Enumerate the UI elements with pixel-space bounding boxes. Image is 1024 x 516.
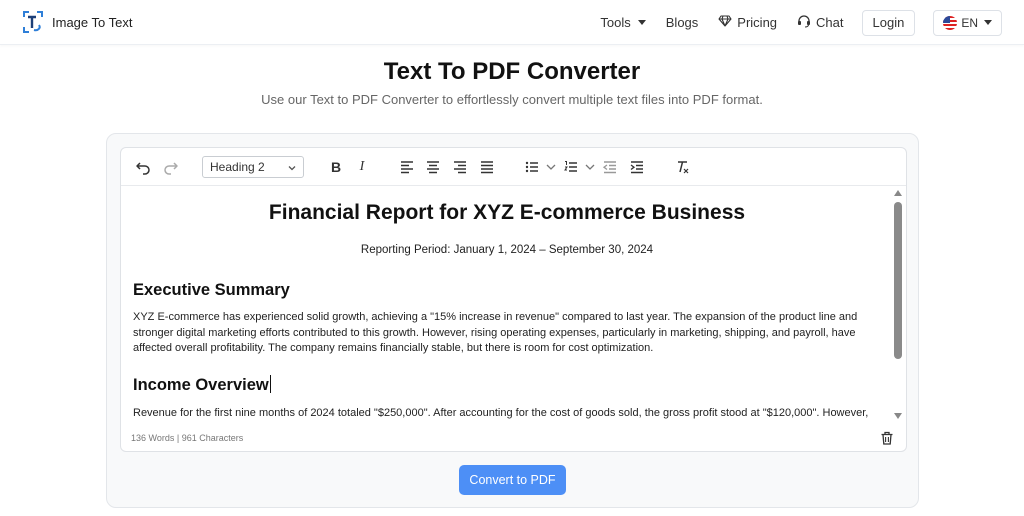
align-right-icon[interactable]: [452, 159, 468, 175]
diamond-icon: [718, 14, 732, 31]
editor-scrollbar[interactable]: [892, 186, 904, 423]
scroll-down-icon[interactable]: [894, 413, 902, 419]
section-heading-active: Income Overview: [133, 375, 271, 395]
logo[interactable]: Image To Text: [22, 10, 132, 34]
align-left-icon[interactable]: [399, 159, 415, 175]
convert-to-pdf-button[interactable]: Convert to PDF: [459, 465, 566, 495]
trash-icon[interactable]: [880, 431, 894, 445]
language-selector[interactable]: EN: [933, 9, 1002, 36]
page-subtitle: Use our Text to PDF Converter to effortl…: [261, 92, 763, 107]
scroll-up-icon[interactable]: [894, 190, 902, 196]
nav-tools[interactable]: Tools: [600, 15, 646, 30]
section-paragraph: XYZ E-commerce has experienced solid gro…: [133, 311, 858, 354]
editor-content[interactable]: Financial Report for XYZ E-commerce Busi…: [133, 186, 885, 423]
nav-tools-label: Tools: [600, 15, 631, 30]
align-justify-icon[interactable]: [479, 159, 495, 175]
clear-formatting-icon[interactable]: [675, 159, 691, 175]
reporting-period: Reporting Period: January 1, 2024 – Sept…: [360, 244, 654, 256]
text-editor: Heading 2 B I Financial Report for XYZ E…: [120, 147, 907, 452]
converter-card: Heading 2 B I Financial Report for XYZ E…: [106, 133, 919, 508]
numbered-list-icon[interactable]: [563, 159, 579, 175]
nav-chat[interactable]: Chat: [797, 14, 844, 31]
app-name: Image To Text: [52, 14, 133, 30]
heading-select[interactable]: Heading 2: [202, 156, 304, 178]
nav-chat-label: Chat: [816, 15, 844, 30]
word-character-count: 136 Words | 961 Characters: [131, 433, 244, 443]
chevron-down-icon[interactable]: [582, 159, 598, 175]
scrollbar-thumb[interactable]: [894, 202, 902, 359]
section-heading-text: Income Overview: [133, 376, 269, 394]
nav-blogs-label: Blogs: [665, 15, 699, 30]
chevron-down-icon: [637, 20, 646, 25]
bulleted-list-icon[interactable]: [524, 159, 540, 175]
language-label: EN: [961, 15, 978, 30]
chevron-down-icon[interactable]: [543, 159, 559, 175]
section-heading: Executive Summary: [133, 281, 290, 299]
logo-icon: [22, 10, 44, 34]
undo-icon[interactable]: [135, 159, 151, 175]
redo-icon[interactable]: [163, 159, 179, 175]
heading-select-value: Heading 2: [210, 160, 265, 174]
chevron-down-icon: [287, 162, 297, 176]
editor-footer: 136 Words | 961 Characters: [121, 423, 906, 451]
align-center-icon[interactable]: [425, 159, 441, 175]
indent-icon[interactable]: [629, 159, 645, 175]
bold-button[interactable]: B: [328, 159, 344, 175]
text-cursor: [269, 375, 271, 393]
nav-blogs[interactable]: Blogs: [666, 15, 699, 30]
headset-icon: [797, 14, 811, 31]
italic-button[interactable]: I: [354, 159, 370, 175]
nav-pricing-label: Pricing: [737, 15, 778, 30]
page-title: Text To PDF Converter: [383, 58, 641, 85]
chevron-down-icon: [984, 20, 992, 25]
document-title: Financial Report for XYZ E-commerce Busi…: [268, 201, 746, 224]
section-paragraph: Revenue for the first nine months of 202…: [133, 407, 884, 423]
outdent-icon[interactable]: [602, 159, 618, 175]
top-navbar: Image To Text Tools Blogs Pricing Chat L…: [0, 0, 1024, 45]
nav-pricing[interactable]: Pricing: [718, 14, 777, 31]
login-button[interactable]: Login: [861, 9, 916, 36]
editor-toolbar: Heading 2 B I: [121, 148, 906, 186]
us-flag-icon: [943, 15, 958, 30]
